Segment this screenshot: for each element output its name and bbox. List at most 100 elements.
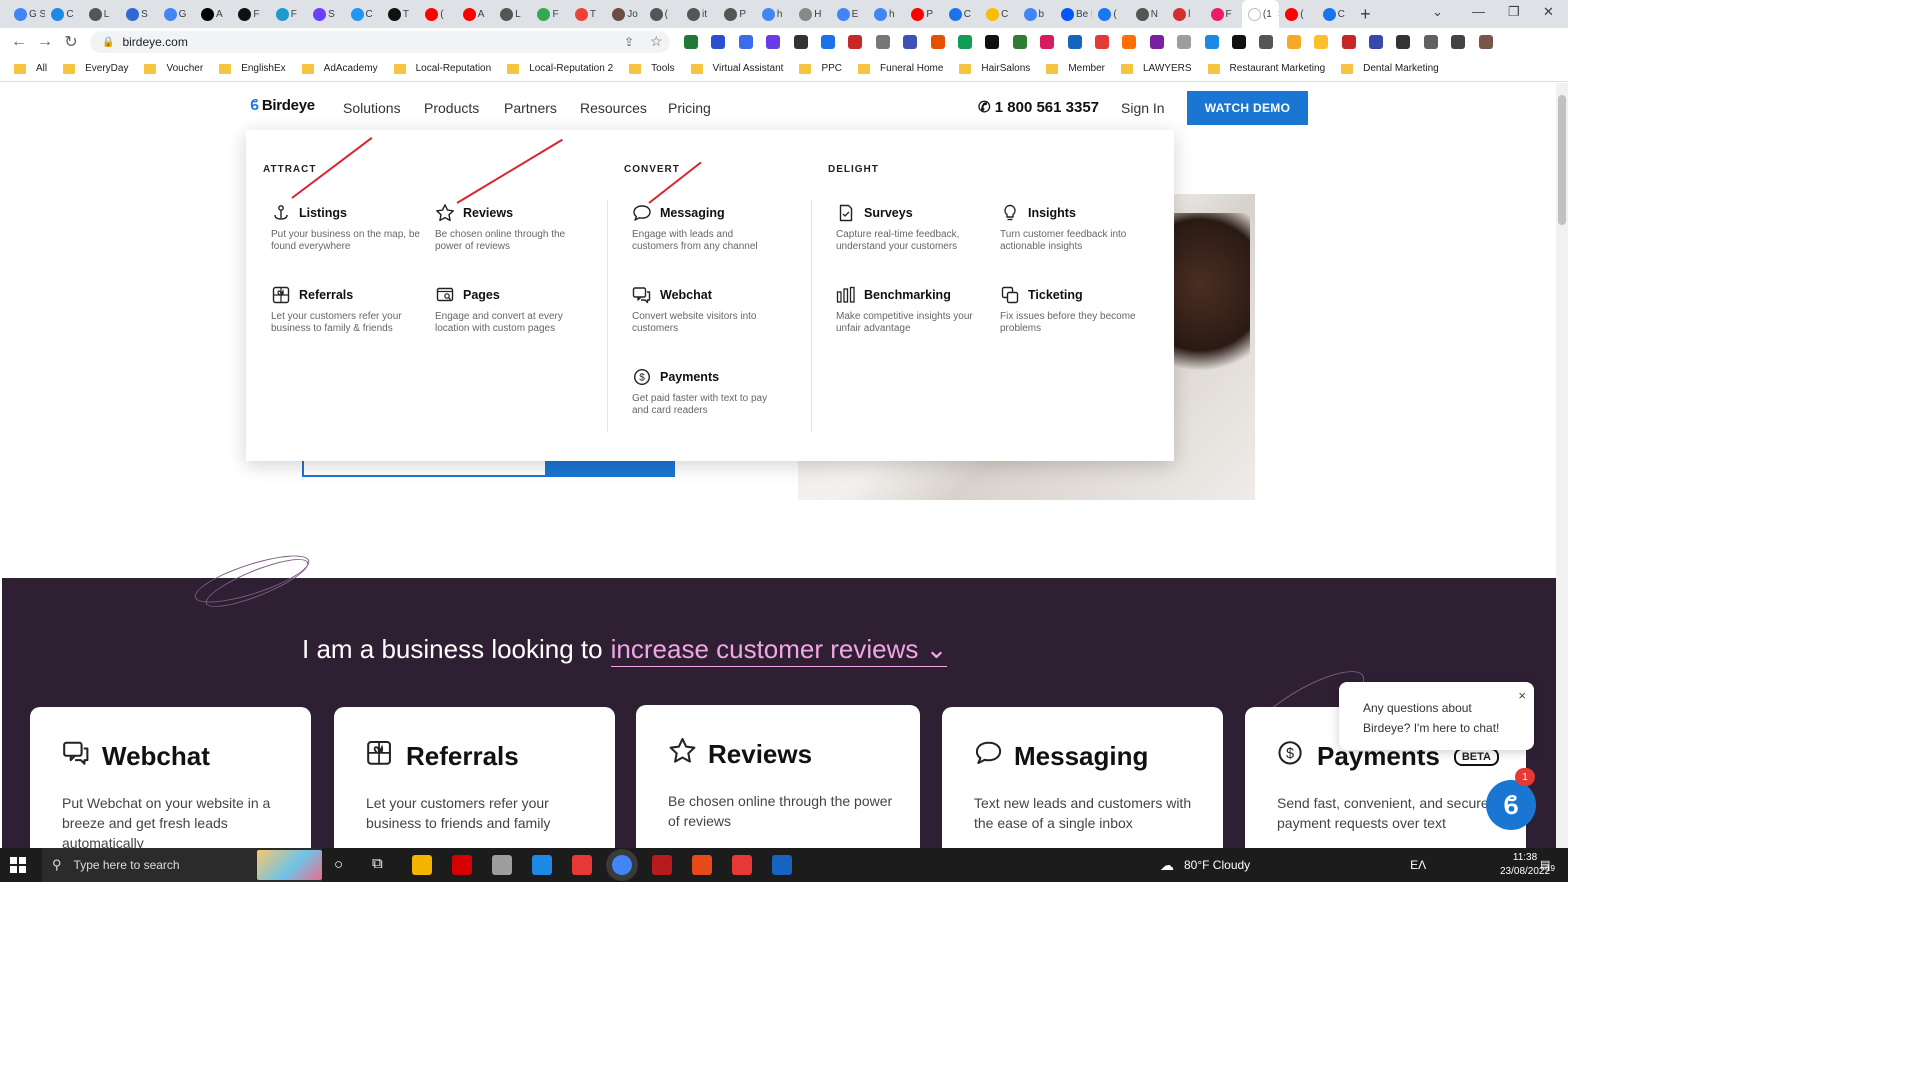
chat-close-icon[interactable]: × [1518, 686, 1526, 706]
windows-start-icon[interactable] [10, 857, 26, 873]
browser-tab[interactable]: T [382, 0, 419, 28]
bookmark-folder[interactable]: All [14, 63, 47, 74]
browser-tab[interactable]: C [1317, 0, 1354, 28]
bookmark-folder[interactable]: EveryDay [63, 63, 128, 74]
birdeye-logo[interactable]: ϐ Birdeye [250, 97, 315, 114]
menu-item-payments[interactable]: $ Payments Get paid faster with text to pa… [632, 367, 782, 416]
nav-pricing[interactable]: Pricing [668, 100, 711, 116]
browser-tab[interactable]: ( [419, 0, 456, 28]
browser-tab[interactable]: C [45, 0, 82, 28]
restore-button[interactable]: ❐ [1508, 4, 1520, 20]
browser-tab[interactable]: T [569, 0, 606, 28]
bookmark-folder[interactable]: Virtual Assistant [690, 63, 783, 74]
minimize-button[interactable]: — [1472, 4, 1485, 19]
browser-tab[interactable]: C [980, 0, 1017, 28]
app-icon[interactable] [732, 855, 752, 875]
browser-tab[interactable]: P [905, 0, 942, 28]
opera-icon[interactable] [452, 855, 472, 875]
taskbar-search[interactable]: ⚲ Type here to search [42, 848, 322, 882]
extension-icon[interactable] [821, 35, 835, 49]
language-indicator[interactable]: ΕΛ [1410, 858, 1426, 872]
browser-tab[interactable]: it [681, 0, 718, 28]
extension-icon[interactable] [958, 35, 972, 49]
browser-tab[interactable]: F [531, 0, 568, 28]
close-window-button[interactable]: ✕ [1543, 4, 1554, 20]
notepad-icon[interactable] [492, 855, 512, 875]
extension-icon[interactable] [1177, 35, 1192, 49]
bookmark-folder[interactable]: EnglishEx [219, 63, 286, 74]
browser-tab[interactable]: E [831, 0, 868, 28]
reload-icon[interactable]: ↻ [58, 32, 84, 52]
extension-icon[interactable] [1232, 35, 1246, 49]
browser-tab[interactable]: (1× [1241, 0, 1280, 28]
extension-icon[interactable] [1396, 35, 1411, 49]
extension-icon[interactable] [1067, 35, 1082, 49]
product-card-referrals[interactable]: Referrals Let your customers refer your b… [334, 707, 615, 848]
browser-tab[interactable]: F [232, 0, 269, 28]
extension-icon[interactable] [875, 35, 890, 49]
browser-tab[interactable]: Jo [606, 0, 643, 28]
menu-item-insights[interactable]: Insights Turn customer feedback into acti… [1000, 203, 1150, 252]
phone-link[interactable]: ✆ 1 800 561 3357 [978, 98, 1099, 116]
extension-icon[interactable] [903, 35, 918, 49]
chat-launcher-button[interactable]: ϐ [1486, 780, 1536, 830]
bookmark-folder[interactable]: Restaurant Marketing [1207, 63, 1325, 74]
nav-products[interactable]: Products [424, 100, 479, 116]
chat-greeting[interactable]: Any questions about Birdeye? I'm here to… [1339, 682, 1534, 750]
extension-icon[interactable] [848, 35, 863, 49]
browser-tab[interactable]: b [1018, 0, 1055, 28]
bookmark-folder[interactable]: Local-Reputation [393, 63, 491, 74]
cortana-icon[interactable]: ○ [334, 856, 343, 873]
extension-icon[interactable] [1149, 35, 1164, 49]
word-icon[interactable] [772, 855, 792, 875]
file-explorer-icon[interactable] [412, 855, 432, 875]
scrollbar-thumb[interactable] [1558, 95, 1566, 225]
use-case-dropdown[interactable]: increase customer reviews ⌄ [610, 634, 948, 667]
browser-tab[interactable]: l [1167, 0, 1204, 28]
browser-tab[interactable]: A [195, 0, 232, 28]
browser-tab[interactable]: ( [1279, 0, 1316, 28]
extension-icon[interactable] [1478, 35, 1493, 49]
nav-solutions[interactable]: Solutions [343, 100, 401, 116]
extension-icon[interactable] [738, 35, 753, 49]
extension-icon[interactable] [1040, 35, 1055, 49]
browser-tab[interactable]: A [457, 0, 494, 28]
extension-icon[interactable] [1314, 35, 1329, 49]
extension-icon[interactable] [1369, 35, 1383, 49]
browser-tab[interactable]: L [494, 0, 531, 28]
extension-icon[interactable] [766, 35, 781, 49]
bookmark-folder[interactable]: Tools [629, 63, 675, 74]
product-card-webchat[interactable]: Webchat Put Webchat on your website in a … [30, 707, 311, 848]
browser-tab[interactable]: N [1130, 0, 1167, 28]
extension-icon[interactable] [711, 35, 726, 49]
browser-tab[interactable]: F [270, 0, 307, 28]
bookmark-folder[interactable]: Voucher [144, 63, 203, 74]
bookmark-folder[interactable]: PPC [799, 63, 842, 74]
browser-tab[interactable]: G [158, 0, 195, 28]
menu-item-surveys[interactable]: Surveys Capture real-time feedback, under… [836, 203, 986, 252]
menu-item-messaging[interactable]: Messaging Engage with leads and customers… [632, 203, 782, 252]
sign-in-link[interactable]: Sign In [1121, 100, 1165, 116]
menu-item-benchmarking[interactable]: Benchmarking Make competitive insights yo… [836, 285, 986, 334]
bookmark-folder[interactable]: Dental Marketing [1341, 63, 1439, 74]
bookmark-folder[interactable]: HairSalons [959, 63, 1030, 74]
extension-icon[interactable] [684, 35, 698, 49]
extension-icon[interactable] [793, 35, 808, 49]
browser-tab[interactable]: ( [1092, 0, 1129, 28]
browser-tab[interactable]: P [718, 0, 755, 28]
extension-icon[interactable] [1122, 35, 1137, 49]
nav-partners[interactable]: Partners [504, 100, 557, 116]
back-icon[interactable]: ← [6, 33, 32, 51]
extension-icon[interactable] [1204, 35, 1219, 49]
extension-icon[interactable] [1423, 35, 1438, 49]
extension-icon[interactable] [1341, 35, 1356, 49]
menu-item-ticketing[interactable]: Ticketing Fix issues before they become p… [1000, 285, 1150, 334]
bookmark-folder[interactable]: Member [1046, 63, 1105, 74]
browser-tab[interactable]: C [345, 0, 382, 28]
extension-icon[interactable] [1451, 35, 1466, 49]
weather-text[interactable]: 80°F Cloudy [1184, 858, 1250, 872]
extension-icon[interactable] [985, 35, 1000, 49]
address-bar[interactable]: 🔒 birdeye.com [90, 31, 670, 53]
extension-icon[interactable] [1259, 35, 1274, 49]
page-scrollbar[interactable] [1556, 83, 1568, 848]
